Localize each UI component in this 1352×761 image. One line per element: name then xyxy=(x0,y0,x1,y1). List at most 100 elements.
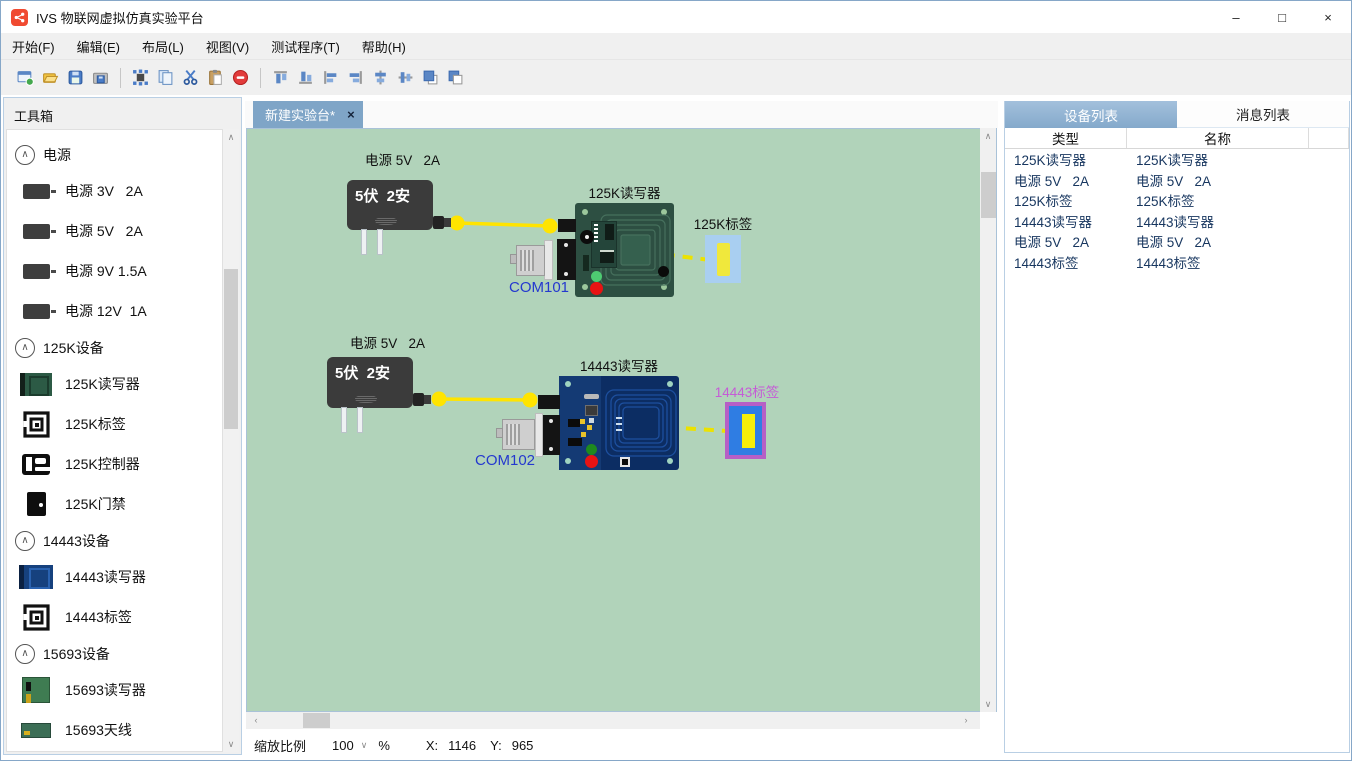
canvas-hscrollbar[interactable]: ‹ › xyxy=(246,712,980,729)
scrollbar-thumb[interactable] xyxy=(303,713,330,728)
power-adapter-1[interactable]: 5伏 2安 xyxy=(347,180,433,230)
tag-14443[interactable] xyxy=(725,402,766,459)
menu-edit[interactable]: 编辑(E) xyxy=(66,33,131,60)
menu-view[interactable]: 视图(V) xyxy=(195,33,260,60)
scroll-down-icon[interactable]: ∨ xyxy=(980,696,996,712)
tool-item-125k-controller[interactable]: 125K控制器 xyxy=(7,444,222,484)
table-row[interactable]: 14443读写器 14443读写器 xyxy=(1005,211,1349,232)
table-row[interactable]: 电源 5V 2A 电源 5V 2A xyxy=(1005,170,1349,191)
align-center-horizontal-button[interactable] xyxy=(393,65,418,90)
toolbox-scrollbar[interactable]: ∧ ∨ xyxy=(223,129,239,752)
scroll-right-icon[interactable]: › xyxy=(958,712,974,728)
scroll-down-icon[interactable]: ∨ xyxy=(223,736,239,752)
tool-item-14443-reader[interactable]: 14443读写器 xyxy=(7,557,222,597)
align-right-button[interactable] xyxy=(343,65,368,90)
align-top-button[interactable] xyxy=(268,65,293,90)
tab-device-list[interactable]: 设备列表 xyxy=(1005,101,1177,128)
column-header-type[interactable]: 类型 xyxy=(1005,128,1127,148)
titlebar: IVS 物联网虚拟仿真实验平台 – □ × xyxy=(1,1,1351,33)
com-port-label-1: COM101 xyxy=(509,279,569,296)
new-button[interactable] xyxy=(13,65,38,90)
tool-item-14443-tag[interactable]: 14443标签 xyxy=(7,597,222,637)
delete-button[interactable] xyxy=(228,65,253,90)
tool-item-125k-tag[interactable]: 125K标签 xyxy=(7,404,222,444)
experiment-canvas[interactable]: 电源 5V 2A 5伏 2安 125K读写器 xyxy=(246,128,980,712)
table-row[interactable]: 电源 5V 2A 电源 5V 2A xyxy=(1005,231,1349,252)
tab-new-workbench[interactable]: 新建实验台* × xyxy=(253,101,363,128)
align-left-button[interactable] xyxy=(318,65,343,90)
menubar: 开始(F) 编辑(E) 布局(L) 视图(V) 测试程序(T) 帮助(H) xyxy=(1,33,1351,60)
tool-item-power-3v[interactable]: 电源 3V 2A xyxy=(7,171,222,211)
125k-reader-icon xyxy=(20,373,52,396)
cut-button[interactable] xyxy=(178,65,203,90)
reader-label-1: 125K读写器 xyxy=(575,182,674,202)
tool-item-15693-tag[interactable]: 15693标签 xyxy=(7,750,222,752)
toolbox-group-15693[interactable]: ∧ 15693设备 xyxy=(7,637,222,670)
close-button[interactable]: × xyxy=(1305,1,1351,33)
send-to-back-button[interactable] xyxy=(443,65,468,90)
menu-start[interactable]: 开始(F) xyxy=(1,33,66,60)
db9-connector-1[interactable] xyxy=(516,245,545,276)
toolbox-group-14443[interactable]: ∧ 14443设备 xyxy=(7,524,222,557)
reader-125k[interactable] xyxy=(575,203,674,297)
power-adapter-icon xyxy=(23,184,50,199)
toolbox-group-power[interactable]: ∧ 电源 xyxy=(7,138,222,171)
tag-coil-icon xyxy=(23,411,50,438)
tool-item-15693-antenna[interactable]: 15693天线 xyxy=(7,710,222,750)
scroll-up-icon[interactable]: ∧ xyxy=(980,128,996,144)
copy-button[interactable] xyxy=(153,65,178,90)
table-row[interactable]: 14443标签 14443标签 xyxy=(1005,252,1349,273)
table-header: 类型 名称 xyxy=(1005,128,1349,149)
table-row[interactable]: 125K标签 125K标签 xyxy=(1005,190,1349,211)
zoom-value[interactable]: 100 xyxy=(332,738,354,753)
collapse-icon[interactable]: ∧ xyxy=(15,531,35,551)
coil-14443 xyxy=(604,388,678,458)
tool-item-125k-door[interactable]: 125K门禁 xyxy=(7,484,222,524)
bring-to-front-button[interactable] xyxy=(418,65,443,90)
scrollbar-thumb[interactable] xyxy=(224,269,238,429)
select-all-button[interactable] xyxy=(128,65,153,90)
maximize-button[interactable]: □ xyxy=(1259,1,1305,33)
collapse-icon[interactable]: ∧ xyxy=(15,338,35,358)
tool-item-125k-reader[interactable]: 125K读写器 xyxy=(7,364,222,404)
save-button[interactable] xyxy=(63,65,88,90)
collapse-icon[interactable]: ∧ xyxy=(15,644,35,664)
align-bottom-button[interactable] xyxy=(293,65,318,90)
tool-item-power-12v[interactable]: 电源 12V 1A xyxy=(7,291,222,331)
menu-help[interactable]: 帮助(H) xyxy=(351,33,417,60)
open-button[interactable] xyxy=(38,65,63,90)
zoom-label: 缩放比例 xyxy=(254,736,306,755)
power-adapter-2[interactable]: 5伏 2安 xyxy=(327,357,413,408)
column-header-name[interactable]: 名称 xyxy=(1127,128,1309,148)
tool-item-15693-reader[interactable]: 15693读写器 xyxy=(7,670,222,710)
canvas-vscrollbar[interactable]: ∧ ∨ xyxy=(980,128,997,712)
toolbox-list: ∧ 电源 电源 3V 2A 电源 5V 2A 电源 9V 1.5A 电源 12V… xyxy=(6,129,223,752)
save-icon xyxy=(67,69,84,86)
scroll-left-icon[interactable]: ‹ xyxy=(248,712,264,728)
reader-14443[interactable] xyxy=(559,376,679,470)
tag-125k[interactable] xyxy=(705,235,741,283)
zoom-dropdown-icon[interactable]: ∨ xyxy=(361,740,368,751)
menu-test-program[interactable]: 测试程序(T) xyxy=(260,33,351,60)
green-led xyxy=(586,444,597,455)
delete-icon xyxy=(232,69,249,86)
tab-close-icon[interactable]: × xyxy=(347,107,355,122)
db9-connector-2[interactable] xyxy=(502,419,535,450)
tool-item-power-9v[interactable]: 电源 9V 1.5A xyxy=(7,251,222,291)
align-center-vertical-button[interactable] xyxy=(368,65,393,90)
x-value: 1146 xyxy=(448,738,476,753)
toolbox-group-125k[interactable]: ∧ 125K设备 xyxy=(7,331,222,364)
minimize-button[interactable]: – xyxy=(1213,1,1259,33)
menu-layout[interactable]: 布局(L) xyxy=(131,33,195,60)
tool-item-power-5v[interactable]: 电源 5V 2A xyxy=(7,211,222,251)
tab-message-list[interactable]: 消息列表 xyxy=(1177,101,1349,128)
table-row[interactable]: 125K读写器 125K读写器 xyxy=(1005,149,1349,170)
scroll-up-icon[interactable]: ∧ xyxy=(223,129,239,145)
align-center-horizontal-icon xyxy=(397,69,414,86)
com-port-label-2: COM102 xyxy=(475,452,535,469)
collapse-icon[interactable]: ∧ xyxy=(15,145,35,165)
scrollbar-thumb[interactable] xyxy=(981,172,996,218)
power-label-2: 电源 5V 2A xyxy=(350,332,425,352)
save-as-button[interactable] xyxy=(88,65,113,90)
paste-button[interactable] xyxy=(203,65,228,90)
